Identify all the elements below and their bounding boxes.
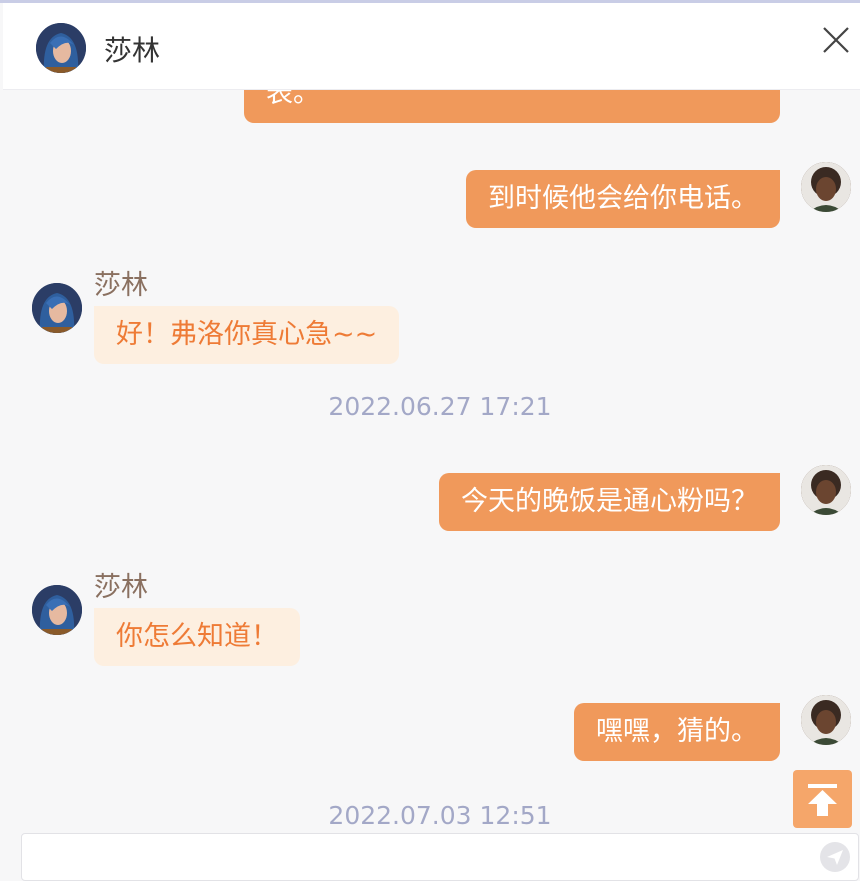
message-text: 好！弗洛你真心急~~ (116, 319, 378, 350)
contact-avatar (32, 283, 82, 333)
message-outgoing: 今天的晚饭是通心粉吗？ (439, 473, 780, 531)
message-incoming: 好！弗洛你真心急~~ (94, 306, 400, 364)
send-icon[interactable] (819, 841, 851, 873)
user-avatar (801, 695, 851, 745)
message-text: 嘿嘿，猜的。 (596, 716, 758, 747)
message-text: 你怎么知道！ (116, 621, 278, 652)
message-text: 表。 (266, 90, 320, 109)
message-text: 今天的晚饭是通心粉吗？ (461, 486, 758, 517)
message-outgoing: 嘿嘿，猜的。 (574, 703, 780, 761)
sender-name: 莎林 (94, 572, 148, 603)
message-outgoing: 表。 (244, 90, 780, 123)
timestamp: 2022.06.27 17:21 (328, 392, 552, 421)
timestamp: 2022.07.03 12:51 (328, 801, 552, 830)
message-input-bar (21, 833, 859, 881)
close-icon[interactable] (819, 23, 853, 57)
chat-header: 莎林 (3, 3, 860, 90)
message-incoming: 你怎么知道！ (94, 608, 300, 666)
sender-name: 莎林 (94, 270, 148, 301)
contact-name: 莎林 (104, 34, 161, 67)
user-avatar (801, 465, 851, 515)
message-input[interactable] (32, 840, 816, 876)
user-avatar (801, 162, 851, 212)
contact-avatar (36, 23, 86, 73)
contact-avatar (32, 585, 82, 635)
scroll-to-top-button[interactable] (793, 770, 852, 828)
message-text: 到时候他会给你电话。 (488, 183, 758, 214)
message-list[interactable]: 表。 到时候他会给你电话。 莎林 好！弗洛你真心急~~ 2022.06.27 1… (0, 90, 860, 831)
message-outgoing: 到时候他会给你电话。 (466, 170, 780, 228)
arrow-up-to-top-icon (808, 784, 837, 816)
